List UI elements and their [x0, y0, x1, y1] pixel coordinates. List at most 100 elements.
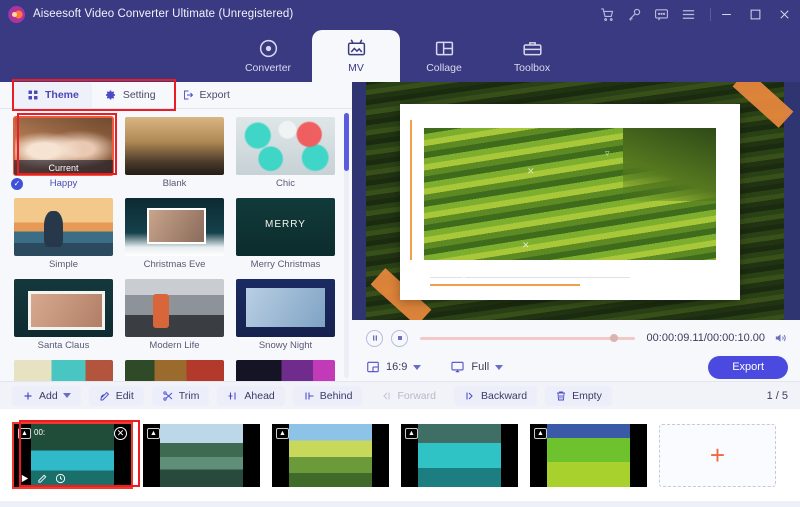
behind-button[interactable]: Behind	[292, 385, 363, 406]
edit-icon[interactable]	[37, 473, 48, 484]
progress-handle[interactable]	[610, 334, 619, 342]
theme-item-chic[interactable]: Chic	[236, 117, 335, 190]
theme-thumbnail[interactable]	[125, 279, 224, 337]
theme-thumbnail[interactable]	[14, 279, 113, 337]
move-backward-icon	[466, 392, 473, 399]
timeline-clip-2[interactable]: ▲	[143, 423, 260, 487]
check-icon: ✓	[11, 178, 23, 190]
nav-tab-mv[interactable]: MV	[312, 30, 400, 82]
theme-label: Merry Christmas	[250, 259, 321, 270]
theme-item-row4-b[interactable]	[125, 360, 224, 381]
menu-icon[interactable]	[681, 7, 696, 22]
theme-thumbnail[interactable]	[236, 117, 335, 175]
nav-tab-converter[interactable]: Converter	[224, 30, 312, 82]
theme-thumbnail[interactable]	[236, 279, 335, 337]
theme-item-modern-life[interactable]: Modern Life	[125, 279, 224, 352]
theme-thumbnail[interactable]	[125, 360, 224, 381]
backward-button[interactable]: Backward	[453, 385, 538, 406]
theme-scroll-area[interactable]: Current ✓ Happy Blank Chic Simple Christ…	[0, 109, 352, 381]
ahead-button[interactable]: Ahead	[217, 385, 285, 406]
chevron-down-icon[interactable]	[62, 393, 71, 398]
trash-icon	[557, 391, 566, 400]
theme-item-row4-c[interactable]	[236, 360, 335, 381]
empty-button[interactable]: Empty	[545, 385, 612, 406]
close-icon[interactable]	[777, 7, 792, 22]
nav-label-collage: Collage	[426, 62, 462, 74]
theme-thumbnail[interactable]	[236, 198, 335, 256]
theme-label: Snowy Night	[258, 340, 313, 351]
nav-tab-toolbox[interactable]: Toolbox	[488, 30, 576, 82]
theme-thumbnail[interactable]	[125, 117, 224, 175]
pause-button[interactable]	[366, 329, 383, 347]
add-button-label: Add	[39, 389, 58, 402]
key-icon[interactable]	[627, 7, 642, 22]
theme-thumbnail[interactable]: Current	[13, 116, 114, 176]
progress-slider[interactable]	[420, 334, 635, 342]
converter-icon	[259, 39, 277, 58]
edit-icon	[100, 391, 109, 400]
export-button[interactable]: Export	[708, 355, 788, 379]
aspect-ratio-selector[interactable]: 16:9	[366, 360, 422, 374]
screen-mode-selector[interactable]: Full	[450, 360, 504, 374]
preview-panel: ✕ ▿ ✕ ✕ 00:00:09.11/00:00:10.00 16:9 Ful…	[352, 82, 800, 381]
theme-thumbnail[interactable]	[14, 360, 113, 381]
export-icon	[183, 90, 193, 100]
gear-icon	[105, 90, 115, 100]
theme-thumbnail[interactable]	[125, 198, 224, 256]
theme-item-simple[interactable]: Simple	[14, 198, 113, 271]
theme-item-happy[interactable]: Current ✓ Happy	[11, 116, 114, 190]
preview-left-bar	[352, 82, 366, 320]
play-icon[interactable]	[19, 473, 30, 484]
ahead-button-label: Ahead	[244, 389, 275, 402]
aspect-ratio-icon	[367, 361, 379, 373]
cart-icon[interactable]	[600, 7, 615, 22]
nav-tab-collage[interactable]: Collage	[400, 30, 488, 82]
theme-item-christmas-eve[interactable]: Christmas Eve	[125, 198, 224, 271]
tab-setting[interactable]: Setting	[92, 82, 169, 108]
maximize-icon[interactable]	[748, 7, 763, 22]
timeline-clip-1[interactable]: ▲ 00: ✕	[12, 421, 133, 489]
workspace: Theme Setting Export Current ✓ Happy Bla…	[0, 82, 800, 381]
chevron-down-icon[interactable]	[413, 364, 422, 370]
sparkle-icon: ✕	[460, 272, 468, 282]
main-nav: Converter MV Collage Toolbox	[0, 28, 800, 82]
volume-icon[interactable]	[773, 331, 788, 345]
tab-theme[interactable]: Theme	[14, 82, 92, 108]
scrollbar-thumb[interactable]	[344, 113, 349, 171]
tab-export[interactable]: Export	[169, 82, 243, 108]
remove-clip-button[interactable]: ✕	[114, 426, 127, 440]
add-clip-placeholder[interactable]: +	[659, 423, 776, 487]
timeline-clip-3[interactable]: ▲	[272, 423, 389, 487]
theme-item-blank[interactable]: Blank	[125, 117, 224, 190]
backward-button-label: Backward	[480, 389, 528, 402]
title-bar: Aiseesoft Video Converter Ultimate (Unre…	[0, 0, 800, 28]
image-badge-icon: ▲	[276, 427, 289, 439]
video-preview[interactable]: ✕ ▿ ✕ ✕	[352, 82, 800, 320]
theme-thumbnail[interactable]	[236, 360, 335, 381]
theme-item-merry-christmas[interactable]: Merry Christmas	[236, 198, 335, 271]
pause-icon	[372, 335, 377, 341]
theme-scrollbar[interactable]	[344, 113, 349, 378]
scissors-icon	[163, 390, 173, 401]
timeline-clip-5[interactable]: ▲	[530, 423, 647, 487]
feedback-icon[interactable]	[654, 7, 669, 22]
clip-timeline: ▲ 00: ✕ ▲ ▲ ▲ ▲ +	[0, 409, 800, 501]
theme-panel: Theme Setting Export Current ✓ Happy Bla…	[0, 82, 352, 381]
chevron-down-icon[interactable]	[495, 364, 504, 370]
minimize-icon[interactable]	[719, 7, 734, 22]
stop-button[interactable]	[391, 329, 408, 347]
tab-theme-label: Theme	[45, 89, 79, 101]
clip-thumbnail	[289, 423, 372, 487]
tab-export-label: Export	[199, 89, 230, 101]
current-badge: Current	[14, 160, 113, 175]
theme-item-snowy-night[interactable]: Snowy Night	[236, 279, 335, 352]
theme-item-row4-a[interactable]	[14, 360, 113, 381]
theme-item-santa-claus[interactable]: Santa Claus	[14, 279, 113, 352]
trim-button[interactable]: Trim	[151, 385, 210, 406]
timeline-clip-4[interactable]: ▲	[401, 423, 518, 487]
theme-thumbnail[interactable]	[14, 198, 113, 256]
theme-label: Santa Claus	[37, 340, 90, 351]
edit-button[interactable]: Edit	[88, 385, 144, 406]
add-button[interactable]: Add	[12, 385, 81, 406]
clock-icon[interactable]	[55, 473, 66, 484]
